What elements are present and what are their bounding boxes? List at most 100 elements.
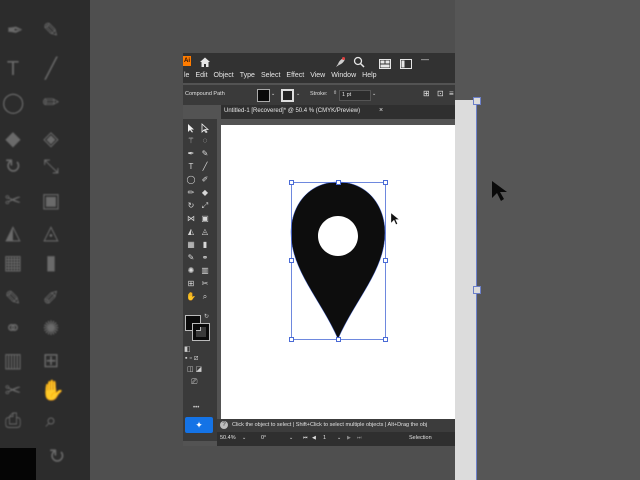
menu-file[interactable]: le	[184, 69, 189, 83]
home-icon[interactable]	[199, 55, 211, 67]
hint-bar: ? Click the object to select | Shift+Cli…	[217, 419, 455, 432]
align-icon[interactable]: ⊞	[423, 89, 430, 98]
fill-dropdown-chevron-icon[interactable]: ⌄	[271, 91, 275, 97]
slice-tool-icon[interactable]: ✂	[199, 279, 211, 289]
transform-icon[interactable]: ⊡	[437, 89, 444, 98]
menu-edit[interactable]: Edit	[195, 69, 207, 83]
lasso-tool-icon[interactable]: ◌	[199, 136, 211, 146]
panel-menu-icon[interactable]: ≡	[449, 89, 454, 98]
menu-object[interactable]: Object	[214, 69, 234, 83]
menu-effect[interactable]: Effect	[286, 69, 304, 83]
generative-tool-button[interactable]: ✦	[185, 417, 213, 433]
curvature-tool-icon[interactable]: ✎	[199, 149, 211, 159]
stroke-weight-chevron-icon[interactable]: ⌄	[372, 91, 376, 97]
selection-handle-top-right[interactable]	[383, 180, 388, 185]
selection-handle-bottom-right[interactable]	[383, 337, 388, 342]
next-artboard-icon[interactable]: ▶	[347, 435, 351, 441]
artboard-number[interactable]: 1	[323, 435, 326, 441]
stroke-stepper-icon[interactable]: ⇳	[333, 90, 337, 96]
screen-mode-icon[interactable]: ⎚	[191, 377, 197, 387]
fill-swatch[interactable]	[257, 89, 270, 102]
pencil-tool-icon[interactable]: ✏	[185, 188, 197, 198]
document-tab-title[interactable]: Untitled-1 [Recovered]* @ 50.4 % (CMYK/P…	[224, 108, 360, 114]
bg-eyedropper-icon: ✎	[4, 288, 22, 310]
stroke-swatch[interactable]	[281, 89, 294, 102]
last-artboard-icon[interactable]: ⏭	[357, 435, 362, 441]
zoom-level[interactable]: 50.4%	[220, 435, 236, 441]
menu-view[interactable]: View	[310, 69, 325, 83]
rotation-chevron-icon[interactable]: ⌄	[289, 435, 293, 441]
bg-perspective-icon: ◬	[43, 222, 59, 244]
artboard-artwork	[290, 181, 400, 340]
rotate-tool-icon[interactable]: ↻	[185, 201, 197, 211]
status-hint-text: Click the object to select | Shift+Click…	[232, 422, 428, 428]
selection-handle-left[interactable]	[289, 258, 294, 263]
color-mode-icons[interactable]: ▪ ▫ ⧄	[185, 355, 198, 363]
scale-tool-icon[interactable]: ⤢	[199, 201, 211, 211]
close-tab-icon[interactable]: ×	[379, 107, 383, 114]
shape-builder-tool-icon[interactable]: ◭	[185, 227, 197, 237]
workspace-icon[interactable]	[400, 56, 412, 69]
first-artboard-icon[interactable]: ⏮	[303, 435, 308, 441]
minimize-icon[interactable]: —	[421, 55, 429, 64]
current-tool-label: Selection	[409, 435, 432, 441]
bg-scale-icon: ⤡	[43, 156, 59, 178]
search-icon[interactable]	[353, 55, 365, 68]
default-colors-icon[interactable]: ◧	[184, 345, 191, 353]
arrange-documents-icon[interactable]	[379, 56, 391, 69]
menu-type[interactable]: Type	[240, 69, 255, 83]
selection-tool-icon[interactable]	[185, 123, 197, 133]
bg-brush-icon: ✎	[42, 20, 60, 42]
blend-tool-icon[interactable]: ⚭	[199, 253, 211, 263]
column-graph-tool-icon[interactable]: ▥	[199, 266, 211, 276]
edit-toolbar-icon[interactable]: •••	[193, 405, 199, 411]
pen-tool-icon[interactable]: ✒	[185, 149, 197, 159]
symbol-sprayer-tool-icon[interactable]: ✺	[185, 266, 197, 276]
title-bar: Ai —	[183, 53, 455, 69]
perspective-grid-tool-icon[interactable]: ◬	[199, 227, 211, 237]
type-tool-icon[interactable]: T	[185, 162, 197, 172]
direct-selection-tool-icon[interactable]	[199, 123, 211, 134]
zoom-chevron-icon[interactable]: ⌄	[242, 435, 246, 441]
selection-handle-bottom-left[interactable]	[289, 337, 294, 342]
bg-slice-icon: ✂	[4, 380, 22, 402]
bottom-status-bar: 50.4% ⌄ 0° ⌄ ⏮ ◀ 1 ⌄ ▶ ⏭ Selection	[217, 432, 455, 446]
draw-mode-icons[interactable]: ◫ ◪	[187, 365, 202, 373]
selection-handle-bottom[interactable]	[336, 337, 341, 342]
rotation-value[interactable]: 0°	[261, 435, 266, 441]
bg-hand-icon: ✋	[40, 380, 65, 402]
prev-artboard-icon[interactable]: ◀	[312, 435, 316, 441]
free-transform-tool-icon[interactable]: ▣	[199, 214, 211, 224]
bg-shapebuilder-icon: ◭	[5, 222, 21, 244]
magic-wand-tool-icon[interactable]: ⚚	[185, 136, 197, 146]
line-tool-icon[interactable]: ╱	[199, 162, 211, 172]
ellipse-tool-icon[interactable]: ◯	[185, 175, 197, 185]
eraser-tool-icon[interactable]: ◆	[199, 188, 211, 198]
bg-type-icon: T	[6, 58, 20, 80]
hand-tool-icon[interactable]: ✋	[185, 292, 197, 302]
selection-handle-top-left[interactable]	[289, 180, 294, 185]
selection-handle-right[interactable]	[383, 258, 388, 263]
menu-select[interactable]: Select	[261, 69, 280, 83]
zoom-tool-icon[interactable]: ⌕	[199, 292, 211, 302]
window-controls: —	[419, 55, 455, 67]
artboard-tool-icon[interactable]: ⊞	[185, 279, 197, 289]
rocket-icon[interactable]	[335, 55, 347, 67]
paintbrush-tool-icon[interactable]: ✐	[199, 175, 211, 185]
stroke-weight-input[interactable]: 1 pt	[339, 90, 371, 101]
artboard-chevron-icon[interactable]: ⌄	[337, 435, 341, 441]
stroke-color-swatch[interactable]	[192, 323, 210, 341]
eyedropper-tool-icon[interactable]: ✎	[185, 253, 197, 263]
width-tool-icon[interactable]: ⋈	[185, 214, 197, 224]
stroke-dropdown-chevron-icon[interactable]: ⌄	[296, 91, 300, 97]
app-logo: Ai	[183, 56, 191, 66]
stroke-weight-value: 1 pt	[342, 92, 352, 98]
menu-help[interactable]: Help	[362, 69, 376, 83]
swap-fill-stroke-icon[interactable]: ↻	[204, 313, 209, 320]
menu-window[interactable]: Window	[331, 69, 356, 83]
selection-handle-top[interactable]	[336, 180, 341, 185]
bg-freetransform-icon: ▣	[41, 190, 61, 212]
mesh-tool-icon[interactable]: ▦	[185, 240, 197, 250]
artboard[interactable]	[221, 125, 455, 419]
gradient-tool-icon[interactable]: ▮	[199, 240, 211, 250]
